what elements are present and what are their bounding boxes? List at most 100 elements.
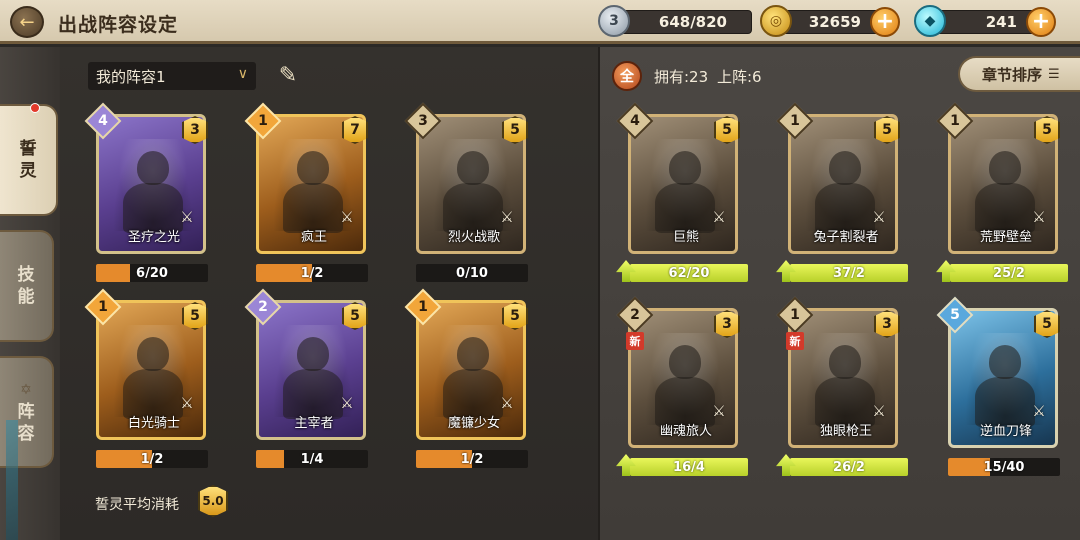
back-arrow-icon[interactable]: ←	[10, 6, 44, 38]
progress-text: 37/2	[833, 265, 865, 281]
spirit-card[interactable]: ⚔ 巨熊 4 5	[616, 102, 740, 254]
lineup-selector-value: 我的阵容1	[96, 67, 166, 86]
character-portrait	[457, 151, 489, 185]
character-portrait	[829, 151, 861, 185]
character-portrait	[989, 345, 1021, 379]
add-gems-button[interactable]: +	[1026, 7, 1056, 37]
class-emblem-icon: ⚔	[712, 402, 726, 420]
card-name: 幽魂旅人	[659, 424, 712, 439]
card-name: 疯王	[300, 230, 327, 245]
owned-summary: 拥有:23 上阵:6	[654, 66, 762, 87]
cost-value: 5	[950, 307, 960, 323]
page-title: 出战阵容设定	[58, 14, 179, 36]
tab-lineup-label-1: 阵	[17, 402, 35, 422]
cost-value: 2	[630, 307, 640, 323]
card-name: 主宰者	[294, 416, 334, 431]
sort-label: 章节排序	[982, 65, 1043, 84]
character-portrait	[669, 151, 701, 185]
progress-text: 15/40	[983, 459, 1025, 475]
shard-progress-bar: 1/4	[256, 450, 368, 468]
spirit-card[interactable]: ⚔ 荒野壁垒 1 5	[936, 102, 1060, 254]
cost-value: 1	[790, 307, 800, 323]
stamina-shield-icon: 3	[598, 5, 630, 37]
shard-progress-bar: 1/2	[416, 450, 528, 468]
stamina-value: 648/820	[658, 13, 727, 31]
tab-spirits-label-1: 誓	[19, 139, 37, 159]
gem-icon: ◆	[914, 5, 946, 37]
chevron-down-icon: ∨	[237, 66, 248, 82]
cost-value: 1	[950, 113, 960, 129]
class-emblem-icon: ⚔	[1032, 402, 1046, 420]
progress-text: 25/2	[993, 265, 1025, 281]
cost-value: 3	[418, 113, 428, 129]
card-name: 圣疗之光	[127, 230, 180, 245]
progress-text: 1/2	[140, 451, 164, 467]
tab-lineup-label-2: 容	[17, 424, 35, 444]
add-gold-button[interactable]: +	[870, 7, 900, 37]
spirit-card[interactable]: ⚔ 主宰者 2 5	[244, 288, 368, 440]
spirit-card[interactable]: ⚔ 独眼枪王 1 3 新	[776, 296, 900, 448]
character-portrait	[829, 345, 861, 379]
character-portrait	[457, 337, 489, 371]
cost-value: 4	[98, 113, 108, 129]
card-name: 烈火战歌	[447, 230, 500, 245]
gold-coin-icon: ◎	[760, 5, 792, 37]
gem-value: 241	[985, 13, 1017, 31]
cost-value: 1	[418, 299, 428, 315]
progress-text: 1/4	[300, 451, 324, 467]
spirit-card[interactable]: ⚔ 兔子割裂者 1 5	[776, 102, 900, 254]
notification-dot	[30, 103, 40, 113]
progress-text: 62/20	[668, 265, 710, 281]
class-emblem-icon: ⚔	[712, 208, 726, 226]
character-portrait	[297, 337, 329, 371]
card-name: 巨熊	[672, 230, 699, 245]
spirit-card[interactable]: ⚔ 白光骑士 1 5	[84, 288, 208, 440]
class-emblem-icon: ⚔	[340, 394, 354, 412]
spirit-card[interactable]: ⚔ 疯王 1 7	[244, 102, 368, 254]
side-rail-decoration	[6, 420, 18, 540]
rename-quill-icon[interactable]: ✎	[266, 60, 310, 90]
gold-value: 32659	[808, 13, 861, 31]
cost-value: 1	[98, 299, 108, 315]
lineup-emblem-icon: ✡	[20, 382, 32, 398]
card-name: 逆血刀锋	[979, 424, 1032, 439]
shard-progress-bar: 62/20	[630, 264, 748, 282]
deployed-count: 上阵:6	[716, 68, 762, 86]
spirit-card[interactable]: ⚔ 魔镰少女 1 5	[404, 288, 528, 440]
spirit-card[interactable]: ⚔ 逆血刀锋 5 5	[936, 296, 1060, 448]
class-emblem-icon: ⚔	[872, 208, 886, 226]
new-tag: 新	[786, 332, 804, 350]
new-tag: 新	[626, 332, 644, 350]
top-bar: ← 出战阵容设定 648/820 3 32659 ◎ + 241 ◆ +	[0, 0, 1080, 44]
cost-value: 1	[790, 113, 800, 129]
spirit-card[interactable]: ⚔ 烈火战歌 3 5	[404, 102, 528, 254]
progress-text: 0/10	[456, 265, 488, 281]
filter-all-button[interactable]: 全	[612, 61, 642, 91]
gem-counter: 241	[930, 10, 1040, 34]
shard-progress-bar: 25/2	[950, 264, 1068, 282]
shard-progress-bar: 1/2	[256, 264, 368, 282]
cost-value: 1	[258, 113, 268, 129]
tab-skills[interactable]: 技 能	[0, 230, 54, 342]
spirit-card[interactable]: ⚔ 幽魂旅人 2 3 新	[616, 296, 740, 448]
shard-progress-bar: 0/10	[416, 264, 528, 282]
card-name: 荒野壁垒	[979, 230, 1032, 245]
tab-skills-label-2: 能	[17, 287, 35, 307]
spirit-card[interactable]: ⚔ 圣疗之光 4 3	[84, 102, 208, 254]
shard-progress-bar: 37/2	[790, 264, 908, 282]
sort-button[interactable]: 章节排序 ☰	[958, 56, 1080, 92]
tab-spirits-label-2: 灵	[19, 161, 37, 181]
shard-progress-bar: 16/4	[630, 458, 748, 476]
progress-text: 26/2	[833, 459, 865, 475]
tab-spirits[interactable]: 誓 灵	[0, 104, 58, 216]
stamina-level: 3	[609, 13, 619, 29]
avg-cost-label: 誓灵平均消耗	[95, 497, 179, 513]
card-name: 白光骑士	[127, 416, 180, 431]
progress-text: 1/2	[300, 265, 324, 281]
progress-text: 1/2	[460, 451, 484, 467]
progress-text: 16/4	[673, 459, 705, 475]
cost-value: 4	[630, 113, 640, 129]
shard-progress-bar: 26/2	[790, 458, 908, 476]
class-emblem-icon: ⚔	[1032, 208, 1046, 226]
lineup-selector[interactable]: 我的阵容1 ∨	[88, 62, 256, 90]
